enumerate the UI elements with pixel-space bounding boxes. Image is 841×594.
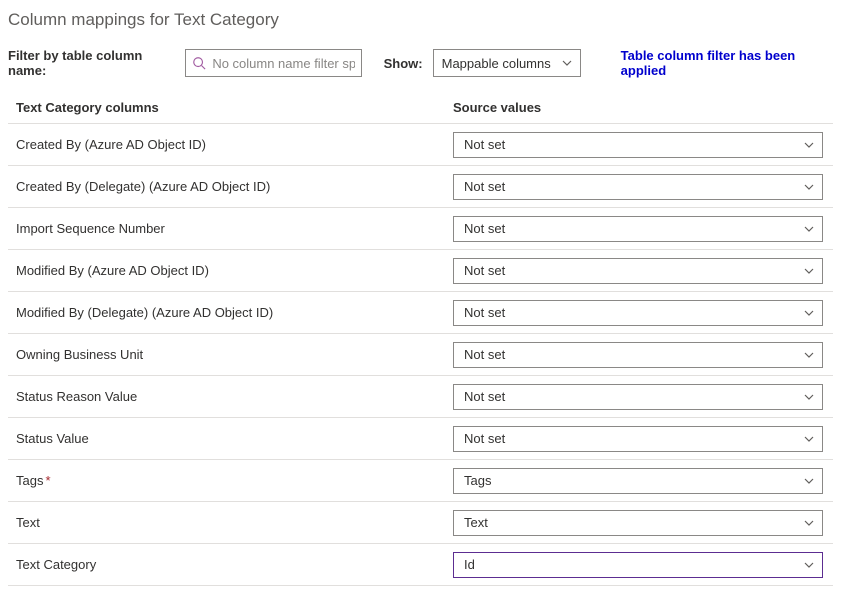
chevron-down-icon — [804, 560, 814, 570]
source-value-text: Not set — [464, 389, 505, 404]
chevron-down-icon — [804, 308, 814, 318]
show-label: Show: — [384, 56, 423, 71]
filter-search-box[interactable] — [185, 49, 361, 77]
chevron-down-icon — [804, 224, 814, 234]
source-value-text: Not set — [464, 305, 505, 320]
source-value-dropdown[interactable]: Tags — [453, 468, 823, 494]
source-value-text: Not set — [464, 137, 505, 152]
filter-input[interactable] — [212, 56, 354, 71]
table-row: Text Category Id — [8, 544, 833, 586]
show-dropdown-value: Mappable columns — [442, 56, 551, 71]
column-label: Status Reason Value — [8, 389, 453, 404]
table-row: Status Value Not set — [8, 418, 833, 460]
table-row: Owning Business Unit Not set — [8, 334, 833, 376]
source-value-dropdown[interactable]: Text — [453, 510, 823, 536]
chevron-down-icon — [804, 476, 814, 486]
chevron-down-icon — [804, 434, 814, 444]
column-label: Modified By (Azure AD Object ID) — [8, 263, 453, 278]
chevron-down-icon — [804, 392, 814, 402]
filter-applied-message: Table column filter has been applied — [621, 48, 833, 78]
table-header: Text Category columns Source values — [8, 100, 833, 124]
source-value-dropdown[interactable]: Not set — [453, 426, 823, 452]
column-label: Created By (Delegate) (Azure AD Object I… — [8, 179, 453, 194]
chevron-down-icon — [804, 182, 814, 192]
column-label: Text Category — [8, 557, 453, 572]
source-value-dropdown[interactable]: Not set — [453, 174, 823, 200]
column-label: Text — [8, 515, 453, 530]
search-icon — [192, 56, 206, 70]
source-value-text: Not set — [464, 263, 505, 278]
table-row: Status Reason Value Not set — [8, 376, 833, 418]
source-value-text: Not set — [464, 347, 505, 362]
table-row: Modified By (Delegate) (Azure AD Object … — [8, 292, 833, 334]
source-value-text: Text — [464, 515, 488, 530]
chevron-down-icon — [804, 518, 814, 528]
source-value-text: Not set — [464, 179, 505, 194]
source-value-text: Not set — [464, 431, 505, 446]
table-row: Created By (Delegate) (Azure AD Object I… — [8, 166, 833, 208]
table-row: Import Sequence Number Not set — [8, 208, 833, 250]
source-value-dropdown[interactable]: Not set — [453, 258, 823, 284]
source-value-dropdown[interactable]: Id — [453, 552, 823, 578]
show-dropdown[interactable]: Mappable columns — [433, 49, 581, 77]
source-value-text: Id — [464, 557, 475, 572]
column-label: Owning Business Unit — [8, 347, 453, 362]
chevron-down-icon — [804, 140, 814, 150]
table-row: Tags* Tags — [8, 460, 833, 502]
source-value-dropdown[interactable]: Not set — [453, 132, 823, 158]
chevron-down-icon — [804, 350, 814, 360]
chevron-down-icon — [562, 58, 572, 68]
table-row: Created By (Azure AD Object ID) Not set — [8, 124, 833, 166]
filter-bar: Filter by table column name: Show: Mappa… — [8, 48, 833, 78]
source-value-dropdown[interactable]: Not set — [453, 384, 823, 410]
header-source: Source values — [453, 100, 833, 115]
source-value-dropdown[interactable]: Not set — [453, 216, 823, 242]
table-row: Text Text — [8, 502, 833, 544]
column-label: Status Value — [8, 431, 453, 446]
column-label: Modified By (Delegate) (Azure AD Object … — [8, 305, 453, 320]
column-label: Tags* — [8, 473, 453, 488]
chevron-down-icon — [804, 266, 814, 276]
column-label: Created By (Azure AD Object ID) — [8, 137, 453, 152]
mapping-table: Text Category columns Source values Crea… — [8, 100, 833, 586]
source-value-dropdown[interactable]: Not set — [453, 342, 823, 368]
source-value-text: Not set — [464, 221, 505, 236]
source-value-text: Tags — [464, 473, 491, 488]
source-value-dropdown[interactable]: Not set — [453, 300, 823, 326]
table-row: Modified By (Azure AD Object ID) Not set — [8, 250, 833, 292]
column-label: Import Sequence Number — [8, 221, 453, 236]
header-columns: Text Category columns — [8, 100, 453, 115]
page-title: Column mappings for Text Category — [8, 10, 833, 30]
required-indicator: * — [45, 473, 50, 488]
filter-label: Filter by table column name: — [8, 48, 175, 78]
